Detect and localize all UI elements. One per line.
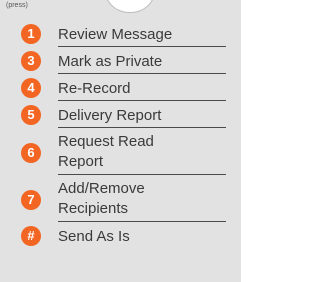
key-badge-6: 6 xyxy=(21,143,41,163)
press-label: (press) xyxy=(6,2,28,9)
menu-item-label: Re-Record xyxy=(58,80,131,97)
menu-item-add-remove-recipients[interactable]: 7 Add/Remove Recipients xyxy=(0,176,241,222)
menu-item-label-line2: Recipients xyxy=(58,200,129,217)
divider xyxy=(58,46,226,47)
divider xyxy=(58,73,226,74)
menu-item-label: Send As Is xyxy=(58,228,130,245)
menu-item-request-read-report[interactable]: 6 Request Read Report xyxy=(0,129,241,175)
menu-item-mark-as-private[interactable]: 3 Mark as Private xyxy=(0,48,241,74)
menu-item-delivery-report[interactable]: 5 Delivery Report xyxy=(0,102,241,128)
key-badge-5: 5 xyxy=(21,105,41,125)
key-badge-hash: # xyxy=(21,226,41,246)
menu-item-label: Mark as Private xyxy=(58,53,163,70)
key-badge-4: 4 xyxy=(21,78,41,98)
divider xyxy=(58,221,226,222)
menu-item-label-line1: Request Read xyxy=(58,133,154,150)
menu-item-send-as-is[interactable]: # Send As Is xyxy=(0,223,241,249)
menu-item-label-line1: Add/Remove xyxy=(58,180,145,197)
menu-item-re-record[interactable]: 4 Re-Record xyxy=(0,75,241,101)
divider xyxy=(58,174,226,175)
menu-item-review-message[interactable]: 1 Review Message xyxy=(0,21,241,47)
key-badge-1: 1 xyxy=(21,24,41,44)
divider xyxy=(58,127,226,128)
divider xyxy=(58,100,226,101)
menu-item-label: Delivery Report xyxy=(58,107,162,124)
key-badge-3: 3 xyxy=(21,51,41,71)
menu-item-label: Review Message xyxy=(58,26,173,43)
phone-options-panel: (press) 1 Review Message 3 Mark as Priva… xyxy=(0,0,241,282)
menu-item-label-line2: Report xyxy=(58,153,104,170)
key-badge-7: 7 xyxy=(21,190,41,210)
